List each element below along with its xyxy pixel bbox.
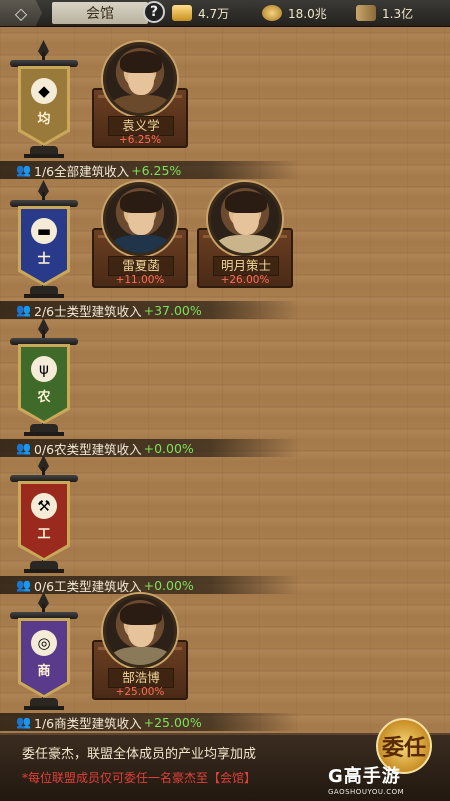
- scroll-icon: [356, 5, 376, 21]
- summary-bonus: +25.00%: [143, 714, 202, 730]
- section-summary: 👥 1/6商类型建筑收入 +25.00%: [0, 713, 300, 731]
- banner-emblem-glyph: ψ: [39, 360, 49, 378]
- gold-ingot-icon: [172, 5, 192, 21]
- banner-category: 工: [37, 527, 51, 542]
- section-3: ⚒ 工 👥 0/6工类型建筑收入 +0.00%: [0, 455, 450, 594]
- banner-emblem-icon: ψ: [31, 356, 57, 382]
- banner-category: 商: [37, 664, 51, 679]
- banner-emblem-glyph: ⚒: [37, 497, 51, 515]
- banner-stand: [30, 424, 58, 432]
- hero-slot[interactable]: 郜浩博 +25.00%: [92, 594, 188, 706]
- footer-note: *每位联盟成员仅可委任一名豪杰至【会馆】: [22, 771, 257, 785]
- hero-name: 郜浩博: [108, 668, 174, 688]
- resource-gold: 4.7万: [172, 3, 229, 23]
- banner-emblem-icon: ◆: [31, 78, 57, 104]
- summary-text: 1/6全部建筑收入: [34, 163, 130, 179]
- banner-emblem-icon: ⚒: [31, 493, 57, 519]
- summary-bonus: +37.00%: [143, 302, 202, 318]
- resource-coin-value: 18.0兆: [288, 6, 327, 21]
- watermark-logo: G高手游 GAOSHOUYOU.COM: [328, 762, 448, 796]
- banner-category: 均: [37, 112, 51, 127]
- watermark-brand: G高手游: [328, 766, 401, 787]
- hero-bonus: +25.00%: [115, 686, 165, 698]
- banner-flag: ▬ 士: [18, 206, 70, 286]
- banner-emblem-icon: ▬: [31, 218, 57, 244]
- section-summary: 👥 2/6士类型建筑收入 +37.00%: [0, 301, 300, 319]
- footer-description: 委任豪杰，联盟全体成员的产业均享加成: [22, 747, 257, 762]
- help-button[interactable]: ?: [143, 1, 165, 23]
- people-icon: 👥: [16, 578, 31, 592]
- watermark-url: GAOSHOUYOU.COM: [328, 788, 405, 796]
- hero-bonus: +26.00%: [220, 274, 270, 286]
- banner-category: 农: [37, 390, 51, 405]
- banner-category: 士: [37, 252, 51, 267]
- banner-flag: ψ 农: [18, 344, 70, 424]
- banner-stand: [30, 698, 58, 706]
- hero-bonus: +6.25%: [118, 134, 162, 146]
- resource-gold-value: 4.7万: [198, 6, 230, 21]
- people-icon: 👥: [16, 303, 31, 317]
- hero-portrait[interactable]: [103, 42, 177, 116]
- banner-base: [24, 432, 64, 436]
- top-bar: ◇ 会馆 ? 4.7万 18.0兆 1.3亿: [0, 0, 450, 27]
- hero-slot[interactable]: 雷夏菡 +11.00%: [92, 182, 188, 294]
- banner-base: [24, 706, 64, 710]
- section-4: ◎ 商 郜浩博 +25.00% 👥 1/6商类型建筑收入 +25.00%: [0, 592, 450, 731]
- summary-text: 1/6商类型建筑收入: [34, 715, 142, 731]
- banner-crossbar: [10, 475, 78, 482]
- banner-emblem-glyph: ◎: [37, 634, 51, 652]
- banner-base: [24, 569, 64, 573]
- coin-icon: [262, 5, 282, 21]
- hero-portrait[interactable]: [103, 594, 177, 668]
- banner-emblem-glyph: ◆: [38, 82, 50, 100]
- people-icon: 👥: [16, 441, 31, 455]
- page-title: 会馆: [52, 2, 148, 24]
- hero-portrait[interactable]: [103, 182, 177, 256]
- resource-scroll-value: 1.3亿: [382, 6, 414, 21]
- banner-crossbar: [10, 338, 78, 345]
- banner-crossbar: [10, 60, 78, 67]
- hero-slot[interactable]: 袁义学 +6.25%: [92, 42, 188, 154]
- hero-name: 明月策士: [213, 256, 279, 276]
- resource-scroll: 1.3亿: [356, 3, 413, 23]
- banner-base: [24, 294, 64, 298]
- hero-name: 袁义学: [108, 116, 174, 136]
- section-0: ◆ 均 袁义学 +6.25% 👥 1/6全部建筑收入 +6.25%: [0, 40, 450, 179]
- hero-name: 雷夏菡: [108, 256, 174, 276]
- banner-stand: [30, 561, 58, 569]
- summary-bonus: +0.00%: [143, 440, 194, 456]
- banner-flag: ⚒ 工: [18, 481, 70, 561]
- banner-stand: [30, 286, 58, 294]
- banner-emblem-icon: ◎: [31, 630, 57, 656]
- banner-crossbar: [10, 612, 78, 619]
- banner-flag: ◆ 均: [18, 66, 70, 146]
- back-arrow-icon: ◇: [14, 3, 28, 23]
- hero-portrait[interactable]: [208, 182, 282, 256]
- resource-coin: 18.0兆: [262, 3, 327, 23]
- section-summary: 👥 1/6全部建筑收入 +6.25%: [0, 161, 300, 179]
- banner-base: [24, 154, 64, 158]
- hero-bonus: +11.00%: [115, 274, 165, 286]
- summary-bonus: +0.00%: [143, 577, 194, 593]
- summary-bonus: +6.25%: [131, 162, 182, 178]
- section-1: ▬ 士 雷夏菡 +11.00% 明月策士 +26.00% 👥 2/6士类型建筑收…: [0, 180, 450, 319]
- banner-stand: [30, 146, 58, 154]
- people-icon: 👥: [16, 163, 31, 177]
- section-2: ψ 农 👥 0/6农类型建筑收入 +0.00%: [0, 318, 450, 457]
- banner-flag: ◎ 商: [18, 618, 70, 698]
- summary-text: 2/6士类型建筑收入: [34, 303, 142, 319]
- hero-slot[interactable]: 明月策士 +26.00%: [197, 182, 293, 294]
- banner-emblem-glyph: ▬: [36, 222, 52, 240]
- people-icon: 👥: [16, 715, 31, 729]
- back-button[interactable]: ◇: [0, 0, 42, 26]
- banner-crossbar: [10, 200, 78, 207]
